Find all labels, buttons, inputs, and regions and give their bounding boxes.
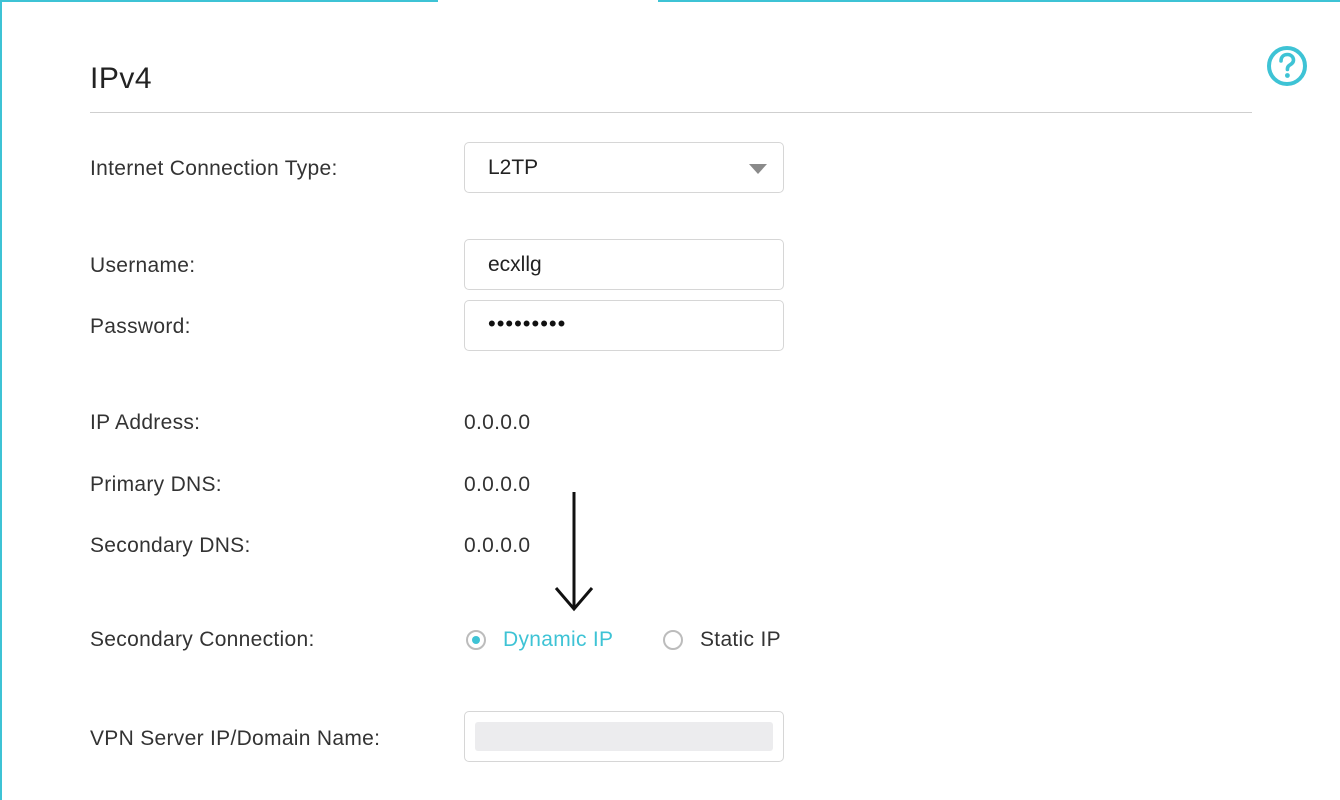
primary-dns-label: Primary DNS: — [90, 473, 222, 496]
connection-type-value: L2TP — [488, 156, 539, 179]
username-input[interactable]: ecxllg — [464, 239, 784, 290]
username-value: ecxllg — [488, 253, 542, 276]
vpn-server-redacted-value — [475, 722, 773, 751]
help-question-icon[interactable] — [1266, 45, 1308, 87]
password-label: Password: — [90, 315, 191, 338]
section-title: IPv4 — [90, 62, 153, 95]
connection-type-label: Internet Connection Type: — [90, 157, 338, 180]
radio-dynamic-ip-label[interactable]: Dynamic IP — [503, 628, 613, 652]
radio-static-ip[interactable] — [663, 630, 683, 650]
password-input[interactable]: ••••••••• — [464, 300, 784, 351]
secondary-connection-label: Secondary Connection: — [90, 628, 315, 651]
frame-border-top-left — [0, 0, 438, 2]
down-arrow-icon — [552, 490, 596, 614]
radio-dynamic-ip[interactable] — [466, 630, 486, 650]
username-label: Username: — [90, 254, 196, 277]
vpn-server-input[interactable] — [464, 711, 784, 762]
chevron-down-icon — [749, 164, 767, 174]
secondary-dns-value: 0.0.0.0 — [464, 534, 531, 557]
ip-address-label: IP Address: — [90, 411, 201, 434]
radio-selected-dot — [472, 636, 480, 644]
frame-border-left — [0, 0, 2, 800]
radio-static-ip-label[interactable]: Static IP — [700, 628, 781, 652]
secondary-dns-label: Secondary DNS: — [90, 534, 251, 557]
connection-type-select[interactable]: L2TP — [464, 142, 784, 193]
ip-address-value: 0.0.0.0 — [464, 411, 531, 434]
primary-dns-value: 0.0.0.0 — [464, 473, 531, 496]
section-divider — [90, 112, 1252, 113]
password-masked-value: ••••••••• — [488, 311, 567, 336]
vpn-server-label: VPN Server IP/Domain Name: — [90, 727, 381, 750]
frame-border-top-right — [658, 0, 1340, 2]
